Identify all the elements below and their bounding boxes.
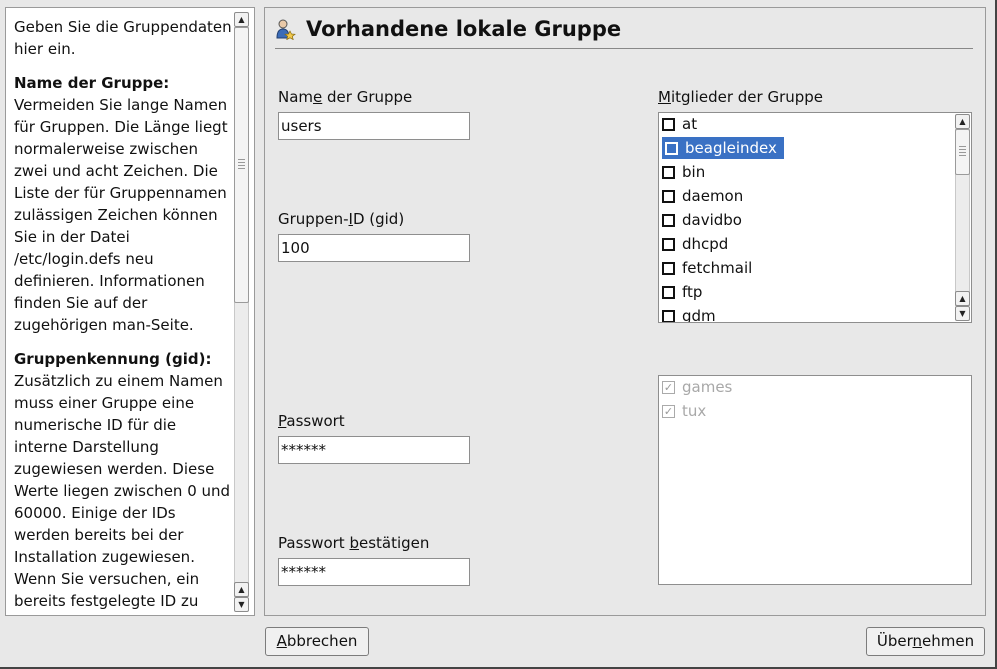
help-intro: Geben Sie die Gruppendaten hier ein. [14,18,232,58]
scrollbar-thumb[interactable] [955,129,970,175]
group-name-input[interactable] [278,112,470,140]
list-item[interactable]: bin [662,161,705,183]
confirm-password-label: Passwort bestätigen [278,534,430,552]
list-item[interactable]: fetchmail [662,257,752,279]
members-scrollbar[interactable]: ▲ ▲ ▼ [955,114,970,321]
scroll-down-arrow-icon[interactable]: ▼ [234,597,249,612]
member-checkbox[interactable] [662,285,675,299]
member-checkbox[interactable] [662,165,675,179]
list-item[interactable]: beagleindex [662,137,784,159]
scroll-down-arrow-icon[interactable]: ▼ [955,306,970,321]
list-item[interactable]: dhcpd [662,233,728,255]
cancel-button[interactable]: Abbrechen [265,627,369,656]
scroll-up-arrow-icon[interactable]: ▲ [955,114,970,129]
scroll-up-arrow-icon[interactable]: ▲ [234,582,249,597]
group-name-label: Name der Gruppe [278,88,413,106]
scroll-up-arrow-icon[interactable]: ▲ [955,291,970,306]
member-name: dhcpd [682,235,729,253]
list-item[interactable]: at [662,113,697,135]
scroll-up-arrow-icon[interactable]: ▲ [234,12,249,27]
list-item: ✓ tux [662,400,706,422]
member-checkbox[interactable] [662,189,675,203]
page-title: Vorhandene lokale Gruppe [306,17,622,41]
members-label: Mitglieder der Gruppe [658,88,824,106]
help-heading-gid: Gruppenkennung (gid): [14,350,212,368]
members-list[interactable]: at beagleindex bin daemon davidbo dhcpd fetchm… [658,112,972,323]
list-item[interactable]: davidbo [662,209,742,231]
dialog-header: Vorhandene lokale Gruppe [275,14,621,44]
list-item[interactable]: gdm [662,305,716,323]
list-item[interactable]: ftp [662,281,702,303]
selection-highlight: beagleindex [662,137,784,159]
group-user-icon [275,18,297,41]
member-name: fetchmail [682,259,753,277]
member-name: daemon [682,187,744,205]
member-checkbox[interactable] [662,237,675,251]
member-name: at [682,115,698,133]
member-checkbox[interactable] [662,213,675,227]
main-panel: Vorhandene lokale Gruppe Name der Gruppe… [264,7,986,616]
member-checkbox[interactable] [662,309,675,322]
member-checkbox[interactable] [662,261,675,275]
password-input[interactable] [278,436,470,464]
header-divider [275,48,973,49]
scrollbar-thumb[interactable] [234,27,249,303]
checkmark-icon: ✓ [662,404,675,418]
member-name: gdm [682,307,716,323]
member-name: bin [682,163,706,181]
help-scrollbar[interactable]: ▲ ▲ ▼ [234,12,250,612]
member-name: ftp [682,283,703,301]
password-label: Passwort [278,412,345,430]
group-id-label: Gruppen-ID (gid) [278,210,405,228]
checkmark-icon: ✓ [662,380,675,394]
member-checkbox[interactable] [662,117,675,131]
help-section-name: Name der Gruppe: Vermeiden Sie lange Nam… [14,72,232,336]
member-name: beagleindex [685,139,781,157]
accept-button[interactable]: Übernehmen [866,627,985,656]
help-heading-name: Name der Gruppe: [14,74,170,92]
member-checkbox[interactable] [665,141,678,155]
default-member-name: tux [682,402,707,420]
default-member-name: games [682,378,733,396]
help-section-gid: Gruppenkennung (gid): Zusätzlich zu eine… [14,348,232,615]
member-name: davidbo [682,211,742,229]
help-text: Geben Sie die Gruppendaten hier ein. Nam… [14,16,232,615]
help-body-gid: Zusätzlich zu einem Namen muss einer Gru… [14,372,231,615]
help-body-name: Vermeiden Sie lange Namen für Gruppen. D… [14,96,228,334]
list-item[interactable]: daemon [662,185,743,207]
confirm-password-input[interactable] [278,558,470,586]
list-item: ✓ games [662,376,732,398]
group-id-input[interactable] [278,234,470,262]
default-members-list: ✓ games ✓ tux [658,375,972,585]
help-panel: Geben Sie die Gruppendaten hier ein. Nam… [5,7,255,616]
